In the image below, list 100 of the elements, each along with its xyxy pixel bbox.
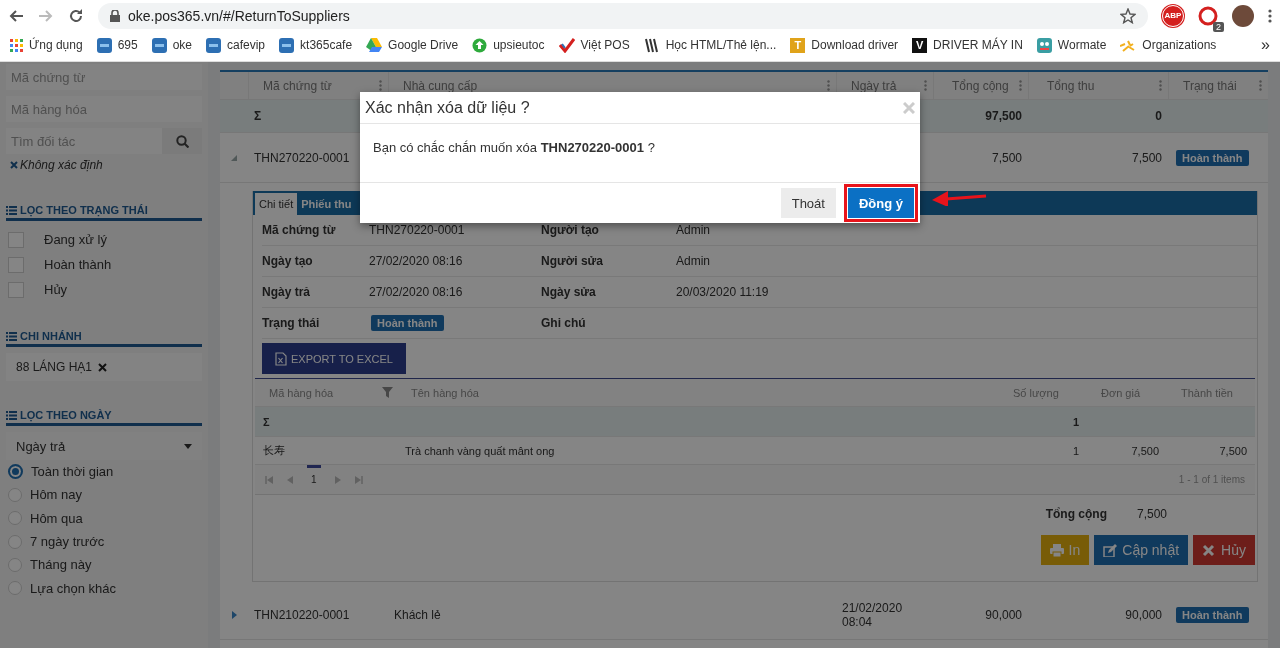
column-menu-icon[interactable] xyxy=(1259,80,1262,91)
column-header[interactable]: Số lượng xyxy=(999,386,1087,399)
tab[interactable]: Chi tiết xyxy=(255,193,298,215)
partner-tag: Không xác định xyxy=(20,158,103,172)
caret-icon xyxy=(184,443,192,449)
checkbox[interactable] xyxy=(8,281,24,298)
branch-field[interactable]: 88 LÁNG HẠ1 xyxy=(6,353,202,381)
bookmark[interactable]: kt365cafe xyxy=(279,37,353,53)
branch-label: 88 LÁNG HẠ1 xyxy=(16,360,93,374)
bookmark[interactable]: cafevip xyxy=(206,37,266,53)
next-page-icon[interactable] xyxy=(334,475,341,484)
bookmark[interactable]: 695 xyxy=(96,37,138,53)
radio-button[interactable] xyxy=(8,464,23,480)
dialog-title: Xác nhận xóa dữ liệu ? xyxy=(365,98,530,117)
reload-icon[interactable] xyxy=(68,7,84,24)
bookmark[interactable]: Ứng dụng xyxy=(10,38,83,52)
radio-label: Hôm qua xyxy=(30,510,83,526)
adblock-button[interactable]: ABP xyxy=(1162,4,1184,27)
column-header[interactable]: Tổng cộng xyxy=(952,78,1009,93)
column-header[interactable]: Trạng thái xyxy=(1183,78,1237,93)
column-menu-icon[interactable] xyxy=(1019,80,1022,91)
cancel-button[interactable]: Hủy xyxy=(1193,535,1255,565)
drive-icon xyxy=(366,38,383,52)
bookmark[interactable]: Học HTML/Thẻ lện... xyxy=(643,37,777,53)
update-button[interactable]: Cập nhật xyxy=(1094,535,1189,565)
column-menu-icon[interactable] xyxy=(379,80,382,91)
table-cell-text: 7,500 xyxy=(1130,150,1163,165)
column-header[interactable]: Mã chứng từ xyxy=(263,78,332,93)
column-header[interactable]: Tên hàng hóa xyxy=(397,386,999,399)
bookmark-star-icon[interactable] xyxy=(1120,7,1136,24)
filter-icon[interactable] xyxy=(382,387,393,398)
collapse-caret-icon[interactable] xyxy=(231,154,237,161)
edit-icon xyxy=(1103,543,1118,557)
bookmark[interactable]: V DRIVER MÁY IN xyxy=(912,37,1023,53)
bookmark-label: Việt POS xyxy=(580,38,630,52)
upload-icon xyxy=(472,37,488,53)
bookmark[interactable]: oke xyxy=(151,37,192,53)
table-cell-text: 长寿 xyxy=(262,443,286,458)
bookmark[interactable]: Việt POS xyxy=(558,37,630,53)
last-page-icon[interactable] xyxy=(354,475,363,484)
site-icon xyxy=(206,37,221,53)
spark-icon xyxy=(1120,38,1137,52)
section-title: LỌC THEO NGÀY xyxy=(20,409,112,421)
bookmark[interactable]: upsieutoc xyxy=(472,37,545,53)
bookmark[interactable]: Wormate xyxy=(1036,37,1107,53)
section-title: LỌC THEO TRẠNG THÁI xyxy=(20,204,148,216)
field-value: 20/03/2020 11:19 xyxy=(676,285,769,299)
column-header[interactable]: Đơn giá xyxy=(1087,386,1167,399)
column-menu-icon[interactable] xyxy=(827,80,830,91)
column-header[interactable]: Tổng thu xyxy=(1047,78,1095,93)
table-cell-text: 1 xyxy=(1071,444,1080,457)
checkbox-label: Đang xử lý xyxy=(44,232,107,247)
printer-icon xyxy=(1049,543,1064,557)
avatar-icon[interactable] xyxy=(1232,4,1254,27)
address-bar[interactable]: oke.pos365.vn/#/ReturnToSuppliers xyxy=(98,2,1148,29)
export-button[interactable]: EXPORT TO EXCEL xyxy=(262,343,406,374)
back-icon[interactable] xyxy=(8,7,24,24)
checkbox[interactable] xyxy=(8,231,24,248)
field-label: Ghi chú xyxy=(541,308,676,339)
field-label: Người sửa xyxy=(541,246,676,277)
menu-icon[interactable] xyxy=(1268,7,1272,24)
field-value: THN270220-0001 xyxy=(369,223,465,237)
field-value: Admin xyxy=(676,254,710,268)
checkbox[interactable] xyxy=(8,256,24,273)
bookmark-label: kt365cafe xyxy=(300,38,353,52)
remove-icon[interactable] xyxy=(98,362,108,372)
tab[interactable]: Phiếu thu xyxy=(297,193,356,215)
cancel-button[interactable]: Thoát xyxy=(780,188,836,218)
field-label: Ngày trả xyxy=(262,277,369,308)
expand-caret-icon[interactable] xyxy=(231,610,237,619)
check-icon xyxy=(558,37,575,53)
page-button[interactable]: 1 xyxy=(307,465,321,494)
field-label: Trạng thái xyxy=(262,308,369,339)
bookmark-logo: V xyxy=(912,37,928,53)
bookmark[interactable]: Google Drive xyxy=(366,38,459,52)
table-cell-text: 90,000 xyxy=(1124,607,1163,622)
column-header[interactable]: Nhà cung cấp xyxy=(403,78,478,93)
column-header[interactable]: Mã hàng hóa xyxy=(269,386,334,399)
bookmark-label: oke xyxy=(172,38,192,52)
column-header[interactable]: Thành tiền xyxy=(1167,386,1255,399)
remove-icon[interactable] xyxy=(10,161,18,169)
table-cell-text: 0 xyxy=(1154,109,1163,123)
url-text: oke.pos365.vn/#/ReturnToSuppliers xyxy=(128,7,351,24)
radio-label: Lựa chọn khác xyxy=(30,580,117,596)
column-menu-icon[interactable] xyxy=(1159,80,1162,91)
game-icon xyxy=(1036,37,1052,53)
forward-icon[interactable] xyxy=(38,7,54,24)
column-menu-icon[interactable] xyxy=(924,80,927,91)
previous-page-icon[interactable] xyxy=(287,475,293,484)
first-page-icon[interactable] xyxy=(265,475,273,484)
bookmark[interactable]: Organizations xyxy=(1120,38,1217,52)
confirm-button[interactable]: Đồng ý xyxy=(847,188,914,218)
close-icon[interactable] xyxy=(903,101,915,114)
checkbox-label: Hoàn thành xyxy=(44,257,112,272)
table-cell-text: 7,500 xyxy=(990,150,1023,165)
extension-icon[interactable] xyxy=(1198,5,1218,26)
status-badge: Hoàn thành xyxy=(1176,606,1249,623)
more-bookmarks-button[interactable]: » xyxy=(1261,36,1270,54)
search-button[interactable] xyxy=(162,128,202,154)
bookmark[interactable]: T Download driver xyxy=(790,37,899,53)
